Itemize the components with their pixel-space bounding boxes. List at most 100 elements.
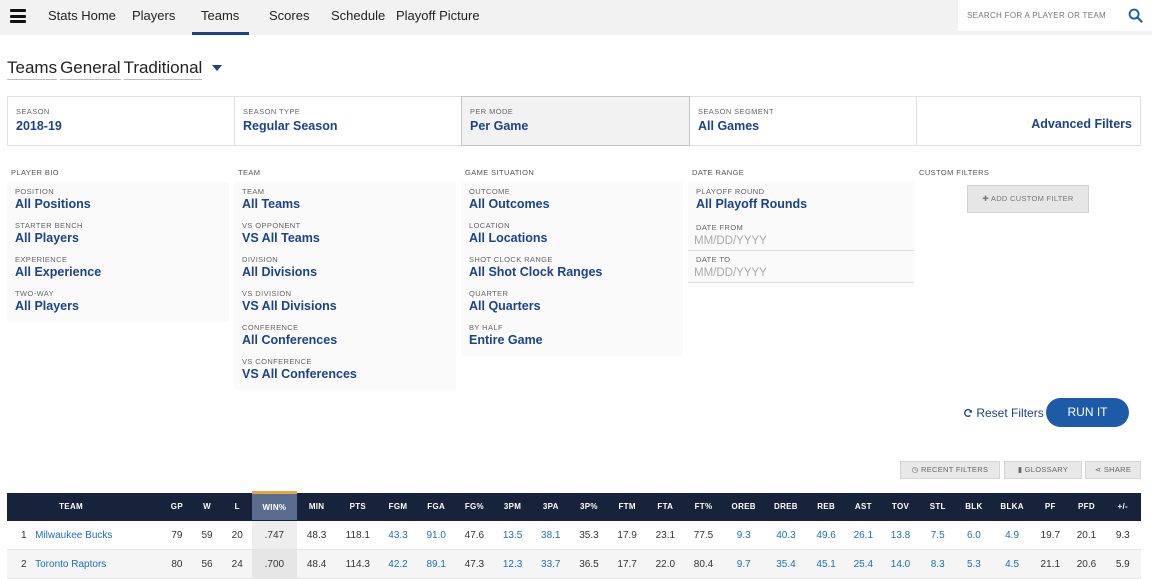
filter-value[interactable]: VS All Divisions <box>242 299 456 313</box>
col-fgm[interactable]: FGM <box>378 492 418 521</box>
caret-down-icon[interactable] <box>212 65 222 71</box>
col-dreb[interactable]: DREB <box>764 492 808 521</box>
stat-link-cell[interactable]: 33.7 <box>531 549 570 579</box>
filter-two-way[interactable]: TWO-WAY All Players <box>7 284 229 318</box>
filter-value[interactable]: All Players <box>15 231 229 245</box>
col-fga[interactable]: FGA <box>417 492 456 521</box>
filter-value[interactable]: All Locations <box>469 231 683 245</box>
col-reb[interactable]: REB <box>807 492 846 521</box>
filter-value[interactable]: All Teams <box>242 197 456 211</box>
nav-players[interactable]: Players <box>132 0 175 35</box>
col-pfd[interactable]: PFD <box>1068 492 1105 521</box>
nav-stats-home[interactable]: Stats Home <box>48 0 116 35</box>
col-oreb[interactable]: OREB <box>722 492 765 521</box>
filter-vs-division[interactable]: VS DIVISION VS All Divisions <box>234 284 456 318</box>
date-from-input[interactable] <box>694 235 894 247</box>
team-link[interactable]: Toronto Raptors <box>31 549 162 579</box>
advanced-filters-link[interactable]: Advanced Filters <box>1031 117 1132 131</box>
stat-link-cell[interactable]: 38.1 <box>531 520 570 550</box>
filter-value[interactable]: VS All Conferences <box>242 367 456 381</box>
stat-link-cell[interactable]: 4.5 <box>991 549 1033 579</box>
col-pf[interactable]: PF <box>1032 492 1069 521</box>
filter-team[interactable]: TEAM All Teams <box>234 182 456 216</box>
col-blka[interactable]: BLKA <box>991 492 1033 521</box>
page-title-dropdown[interactable]: Teams General Traditional <box>7 58 205 80</box>
filter-value[interactable]: All Quarters <box>469 299 683 313</box>
col-plus-minus[interactable]: +/- <box>1104 492 1141 521</box>
team-link[interactable]: Milwaukee Bucks <box>31 520 162 550</box>
col-blk[interactable]: BLK <box>955 492 992 521</box>
col-ftm[interactable]: FTM <box>608 492 647 521</box>
filter-value[interactable]: Entire Game <box>469 333 683 347</box>
filter-quarter[interactable]: QUARTER All Quarters <box>461 284 683 318</box>
stat-link-cell[interactable]: 13.5 <box>493 520 532 550</box>
stat-link-cell[interactable]: 45.1 <box>807 549 846 579</box>
stat-link-cell[interactable]: 35.4 <box>764 549 808 579</box>
col-pts[interactable]: PTS <box>336 492 379 521</box>
filter-per-mode[interactable]: PER MODE Per Game <box>461 96 690 146</box>
filter-season-type[interactable]: SEASON TYPE Regular Season <box>235 97 462 145</box>
add-custom-filter-button[interactable]: ✚ ADD CUSTOM FILTER <box>967 185 1089 213</box>
filter-value[interactable]: All Divisions <box>242 265 456 279</box>
col-tov[interactable]: TOV <box>881 492 920 521</box>
col-3pm[interactable]: 3PM <box>493 492 532 521</box>
filter-vs-conference[interactable]: VS CONFERENCE VS All Conferences <box>234 352 456 386</box>
filter-value[interactable]: All Players <box>15 299 229 313</box>
menu-icon[interactable] <box>10 9 26 23</box>
nav-schedule[interactable]: Schedule <box>331 0 385 35</box>
share-button[interactable]: ⋖ SHARE <box>1085 461 1141 479</box>
stat-link-cell[interactable]: 43.3 <box>378 520 418 550</box>
stat-link-cell[interactable]: 40.3 <box>764 520 808 550</box>
glossary-button[interactable]: ▮ GLOSSARY <box>1004 461 1082 479</box>
filter-vs-opponent[interactable]: VS OPPONENT VS All Teams <box>234 216 456 250</box>
col-min[interactable]: MIN <box>296 492 337 521</box>
filter-outcome[interactable]: OUTCOME All Outcomes <box>461 182 683 216</box>
filter-value[interactable]: VS All Teams <box>242 231 456 245</box>
filter-value[interactable]: All Positions <box>15 197 229 211</box>
col-l[interactable]: L <box>222 492 253 521</box>
col-ft-pct[interactable]: FT% <box>684 492 723 521</box>
stat-link-cell[interactable]: 9.3 <box>722 520 765 550</box>
col-team[interactable]: TEAM <box>31 492 162 521</box>
stat-link-cell[interactable]: 49.6 <box>807 520 846 550</box>
filter-experience[interactable]: EXPERIENCE All Experience <box>7 250 229 284</box>
filter-value[interactable]: All Playoff Rounds <box>696 197 914 211</box>
filter-position[interactable]: POSITION All Positions <box>7 182 229 216</box>
col-3p-pct[interactable]: 3P% <box>569 492 609 521</box>
filter-season-segment[interactable]: SEASON SEGMENT All Games <box>690 97 917 145</box>
col-ast[interactable]: AST <box>845 492 882 521</box>
filter-location[interactable]: LOCATION All Locations <box>461 216 683 250</box>
stat-link-cell[interactable]: 26.1 <box>845 520 882 550</box>
stat-link-cell[interactable]: 4.9 <box>991 520 1033 550</box>
filter-value[interactable]: All Outcomes <box>469 197 683 211</box>
filter-shot-clock-range[interactable]: SHOT CLOCK RANGE All Shot Clock Ranges <box>461 250 683 284</box>
stat-link-cell[interactable]: 89.1 <box>417 549 456 579</box>
stat-link-cell[interactable]: 13.8 <box>881 520 920 550</box>
filter-playoff-round[interactable]: PLAYOFF ROUND All Playoff Rounds <box>688 182 914 219</box>
nav-scores[interactable]: Scores <box>269 0 309 35</box>
stat-link-cell[interactable]: 8.3 <box>919 549 956 579</box>
stat-link-cell[interactable]: 91.0 <box>417 520 456 550</box>
date-to-input[interactable] <box>694 267 894 279</box>
filter-by-half[interactable]: BY HALF Entire Game <box>461 318 683 352</box>
search-input[interactable] <box>958 0 1120 31</box>
stat-link-cell[interactable]: 25.4 <box>845 549 882 579</box>
reset-filters-button[interactable]: Reset Filters <box>963 406 1044 420</box>
filter-conference[interactable]: CONFERENCE All Conferences <box>234 318 456 352</box>
col-fta[interactable]: FTA <box>646 492 685 521</box>
search-icon[interactable] <box>1128 8 1143 23</box>
stat-link-cell[interactable]: 14.0 <box>881 549 920 579</box>
filter-season[interactable]: SEASON 2018-19 <box>8 97 235 145</box>
filter-value[interactable]: All Conferences <box>242 333 456 347</box>
filter-division[interactable]: DIVISION All Divisions <box>234 250 456 284</box>
stat-link-cell[interactable]: 7.5 <box>919 520 956 550</box>
filter-value[interactable]: All Shot Clock Ranges <box>469 265 683 279</box>
stat-link-cell[interactable]: 5.3 <box>955 549 992 579</box>
stat-link-cell[interactable]: 6.0 <box>955 520 992 550</box>
col-3pa[interactable]: 3PA <box>531 492 570 521</box>
recent-filters-button[interactable]: ◷ RECENT FILTERS <box>900 461 1000 479</box>
col-gp[interactable]: GP <box>161 492 192 521</box>
col-fg-pct[interactable]: FG% <box>455 492 494 521</box>
nav-playoff-picture[interactable]: Playoff Picture <box>396 0 480 35</box>
col-stl[interactable]: STL <box>919 492 956 521</box>
